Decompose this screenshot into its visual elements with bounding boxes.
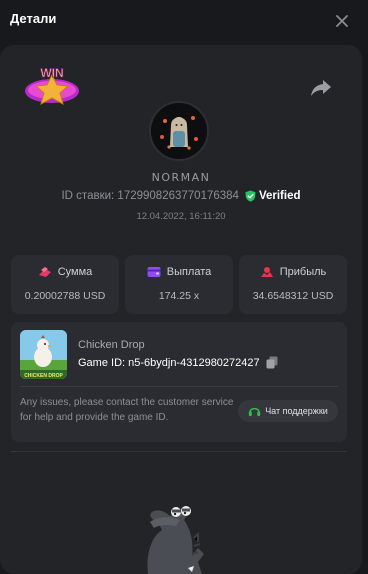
bet-id: ID ставки: 1729908263770176384 — [61, 190, 239, 202]
bottom-divider — [11, 451, 347, 452]
support-chat-label: Чат поддержки — [265, 406, 328, 416]
stat-amount-label: Сумма — [57, 266, 93, 278]
game-thumb-label: CHICKEN DROP — [24, 373, 63, 379]
close-button[interactable] — [331, 10, 353, 32]
game-name: Chicken Drop — [78, 339, 145, 351]
win-badge-icon: WIN — [25, 66, 79, 106]
stat-payout-value: 174.25 x — [158, 290, 200, 302]
crocodile-mascot-icon — [147, 506, 204, 574]
avatar — [149, 101, 209, 161]
bet-id-row: ID ставки: 1729908263770176384 Verified — [0, 190, 362, 202]
close-icon — [336, 15, 348, 27]
game-id-row: Game ID: n5-6bydjn-4312980272427 — [78, 356, 278, 369]
headset-icon — [248, 407, 261, 416]
game-id: Game ID: n5-6bydjn-4312980272427 — [78, 356, 260, 369]
game-thumbnail[interactable]: CHICKEN DROP — [20, 330, 67, 379]
stat-amount: Сумма 0.20002788 USD — [11, 255, 119, 314]
shield-check-icon — [245, 190, 256, 202]
profit-icon — [260, 267, 273, 277]
verified-badge: Verified — [245, 190, 301, 202]
modal-title: Детали — [10, 11, 57, 26]
stat-amount-value: 0.20002788 USD — [24, 290, 106, 302]
verified-label: Verified — [258, 190, 301, 202]
bet-datetime: 12.04.2022, 16:11:20 — [136, 211, 226, 222]
stat-profit: Прибыль 34.6548312 USD — [239, 255, 347, 314]
username: NORMAN — [151, 171, 211, 184]
stat-profit-value: 34.6548312 USD — [252, 290, 334, 302]
stat-payout-label: Выплата — [166, 266, 212, 278]
share-icon[interactable] — [309, 77, 333, 97]
win-badge-text: WIN — [40, 66, 63, 80]
copy-icon[interactable] — [266, 356, 278, 369]
stat-payout: Выплата 174.25 x — [125, 255, 233, 314]
coins-icon — [38, 267, 51, 277]
support-chat-button[interactable]: Чат поддержки — [238, 400, 338, 422]
game-card: CHICKEN DROP Chicken Drop Game ID: n5-6b… — [11, 322, 347, 442]
wallet-icon — [147, 267, 161, 277]
stat-profit-label: Прибыль — [279, 266, 327, 278]
modal-header: Детали — [0, 0, 368, 40]
support-notice: Any issues, please contact the customer … — [20, 397, 234, 423]
divider — [20, 386, 338, 387]
